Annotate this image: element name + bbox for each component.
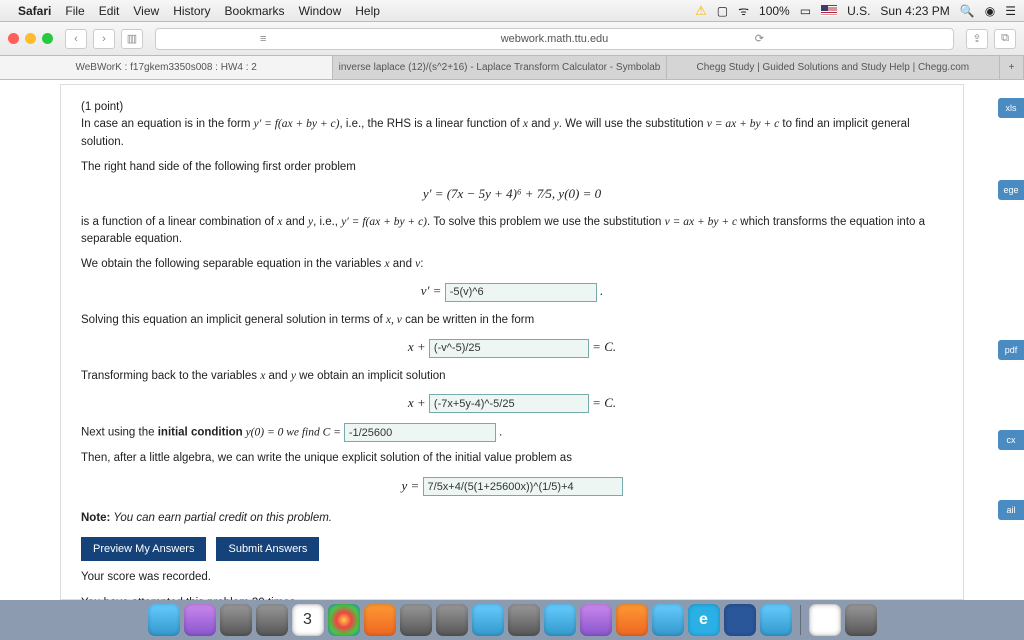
close-window-button[interactable] bbox=[8, 33, 19, 44]
spotlight-icon[interactable]: 🔍 bbox=[960, 4, 975, 18]
score-recorded: Your score was recorded. bbox=[81, 569, 943, 586]
side-tab-pdf[interactable]: pdf bbox=[998, 340, 1024, 360]
appstore-icon[interactable] bbox=[652, 604, 684, 636]
answer-5-input[interactable] bbox=[423, 477, 623, 496]
app-name[interactable]: Safari bbox=[18, 4, 51, 18]
back-button[interactable]: ‹ bbox=[65, 29, 87, 49]
dock-separator bbox=[800, 605, 801, 635]
itunes-icon[interactable] bbox=[580, 604, 612, 636]
calendar-icon[interactable]: 3 bbox=[292, 604, 324, 636]
tab-symbolab[interactable]: inverse laplace (12)/(s^2+16) - Laplace … bbox=[333, 56, 666, 79]
final-intro: Then, after a little algebra, we can wri… bbox=[81, 450, 943, 467]
menu-edit[interactable]: Edit bbox=[99, 4, 120, 18]
photos-icon[interactable] bbox=[436, 604, 468, 636]
rhs-intro: The right hand side of the following fir… bbox=[81, 159, 943, 176]
dock: 3 e bbox=[0, 600, 1024, 640]
ibooks-icon[interactable] bbox=[616, 604, 648, 636]
compass-icon[interactable] bbox=[760, 604, 792, 636]
submit-answers-button[interactable]: Submit Answers bbox=[216, 537, 319, 561]
trash-icon[interactable] bbox=[845, 604, 877, 636]
side-tab-cx[interactable]: cx bbox=[998, 430, 1024, 450]
preferences-icon[interactable] bbox=[400, 604, 432, 636]
sidebar-button[interactable]: ▥ bbox=[121, 29, 143, 49]
side-tab-ail[interactable]: ail bbox=[998, 500, 1024, 520]
clock: Sun 4:23 PM bbox=[880, 4, 949, 18]
menu-view[interactable]: View bbox=[133, 4, 159, 18]
battery-icon[interactable]: ▭ bbox=[800, 4, 811, 18]
menu-bookmarks[interactable]: Bookmarks bbox=[225, 4, 285, 18]
menu-help[interactable]: Help bbox=[355, 4, 380, 18]
siri-icon[interactable] bbox=[184, 604, 216, 636]
reader-icon[interactable]: ≡ bbox=[260, 33, 266, 45]
tab-webwork[interactable]: WeBWorK : f17gkem3350s008 : HW4 : 2 bbox=[0, 56, 333, 79]
reload-icon[interactable]: ⟳ bbox=[755, 32, 764, 45]
preview-answers-button[interactable]: Preview My Answers bbox=[81, 537, 206, 561]
answer-1-input[interactable] bbox=[445, 283, 597, 302]
launchpad-icon[interactable] bbox=[544, 604, 576, 636]
side-tab-xls[interactable]: xls bbox=[998, 98, 1024, 118]
messages-icon[interactable] bbox=[472, 604, 504, 636]
maps-icon[interactable] bbox=[508, 604, 540, 636]
macos-menubar: Safari File Edit View History Bookmarks … bbox=[0, 0, 1024, 22]
ie-icon[interactable]: e bbox=[688, 604, 720, 636]
forward-button[interactable]: › bbox=[93, 29, 115, 49]
menu-icon[interactable]: ☰ bbox=[1005, 4, 1016, 18]
menu-window[interactable]: Window bbox=[299, 4, 342, 18]
points-label: (1 point) bbox=[81, 101, 123, 113]
mail-icon[interactable] bbox=[256, 604, 288, 636]
flag-icon[interactable] bbox=[821, 5, 837, 16]
address-bar[interactable]: ≡ webwork.math.ttu.edu ⟳ bbox=[155, 28, 954, 50]
notification-icon[interactable]: ◉ bbox=[985, 4, 995, 18]
tab-chegg[interactable]: Chegg Study | Guided Solutions and Study… bbox=[667, 56, 1000, 79]
answer-4-input[interactable] bbox=[344, 423, 496, 442]
ode-equation: y′ = (7x − 5y + 4)⁶ + 7⁄5, y(0) = 0 bbox=[81, 184, 943, 204]
firefox-icon[interactable] bbox=[364, 604, 396, 636]
menu-file[interactable]: File bbox=[65, 4, 84, 18]
share-button[interactable]: ⇪ bbox=[966, 29, 988, 49]
downloads-icon[interactable] bbox=[809, 604, 841, 636]
tabs-button[interactable]: ⧉ bbox=[994, 29, 1016, 49]
answer-2-input[interactable] bbox=[429, 339, 589, 358]
safari-window: ‹ › ▥ ≡ webwork.math.ttu.edu ⟳ ⇪ ⧉ WeBWo… bbox=[0, 22, 1024, 600]
airplay-icon[interactable]: ▢ bbox=[717, 4, 728, 18]
safari-dock-icon[interactable] bbox=[220, 604, 252, 636]
page-content: xls ege pdf cx ail (1 point) In case an … bbox=[0, 80, 1024, 600]
browser-toolbar: ‹ › ▥ ≡ webwork.math.ttu.edu ⟳ ⇪ ⧉ bbox=[0, 22, 1024, 56]
word-icon[interactable] bbox=[724, 604, 756, 636]
new-tab-button[interactable]: + bbox=[1000, 56, 1024, 79]
fullscreen-window-button[interactable] bbox=[42, 33, 53, 44]
minimize-window-button[interactable] bbox=[25, 33, 36, 44]
wifi-icon[interactable]: ᯤ bbox=[738, 2, 749, 19]
side-tab-ege[interactable]: ege bbox=[998, 180, 1024, 200]
tab-bar: WeBWorK : f17gkem3350s008 : HW4 : 2 inve… bbox=[0, 56, 1024, 80]
warning-icon[interactable]: ⚠ bbox=[695, 3, 707, 19]
input-locale[interactable]: U.S. bbox=[847, 4, 870, 18]
problem-sheet: (1 point) In case an equation is in the … bbox=[60, 84, 964, 600]
answer-3-input[interactable] bbox=[429, 394, 589, 413]
chrome-icon[interactable] bbox=[328, 604, 360, 636]
menu-history[interactable]: History bbox=[173, 4, 210, 18]
finder-icon[interactable] bbox=[148, 604, 180, 636]
battery-percent: 100% bbox=[759, 4, 790, 18]
